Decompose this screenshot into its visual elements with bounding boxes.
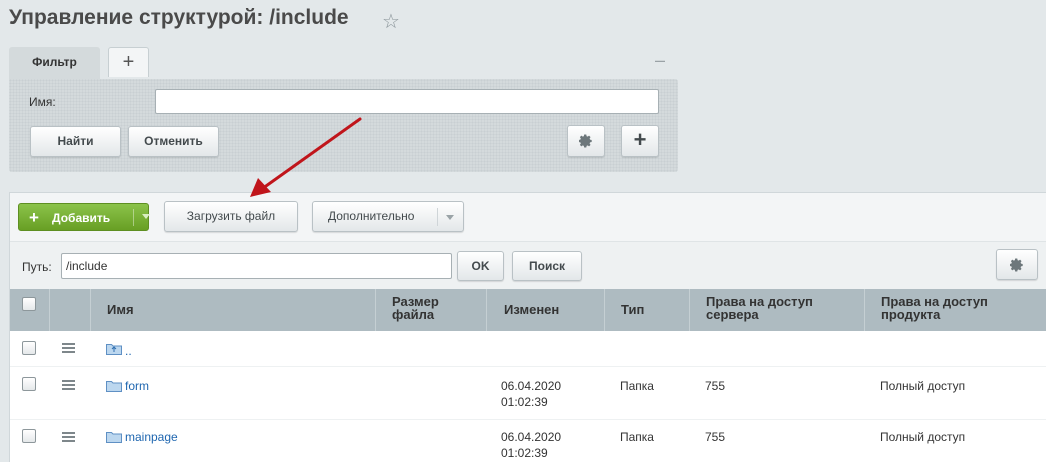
add-filter-tab-button[interactable]: + [108, 47, 149, 77]
plus-icon: + [633, 127, 647, 152]
row-product-rights: Полный доступ [880, 379, 966, 393]
name-filter-input[interactable] [155, 89, 659, 114]
row-name-link[interactable]: mainpage [125, 430, 178, 445]
column-header-name[interactable]: Имя [90, 289, 375, 331]
select-all-checkbox[interactable] [22, 297, 36, 311]
row-checkbox[interactable] [22, 429, 36, 443]
path-input[interactable] [61, 253, 452, 279]
table-settings-button[interactable] [996, 249, 1038, 280]
column-header-type[interactable]: Тип [604, 289, 689, 331]
row-type: Папка [620, 379, 654, 393]
filter-settings-button[interactable] [567, 125, 605, 157]
star-icon[interactable]: ☆ [382, 9, 400, 34]
row-modified-date: 06.04.2020 [501, 430, 562, 444]
menu-icon[interactable] [62, 432, 75, 442]
more-button-separator [437, 208, 438, 226]
row-product-rights: Полный доступ [880, 430, 966, 444]
gear-icon [1010, 258, 1023, 271]
row-checkbox[interactable] [22, 341, 36, 355]
table-row-up[interactable] [10, 331, 1046, 366]
column-header-server-rights[interactable]: Права на доступ сервера [689, 289, 864, 331]
find-button[interactable]: Найти [30, 126, 121, 157]
chevron-down-icon[interactable] [142, 214, 150, 219]
name-filter-label: Имя: [29, 95, 56, 109]
minus-icon[interactable]: – [655, 50, 665, 71]
plus-icon: + [122, 51, 135, 73]
upload-file-button[interactable]: Загрузить файл [164, 201, 298, 232]
search-button[interactable]: Поиск [512, 251, 582, 281]
ok-button[interactable]: OK [457, 251, 504, 281]
menu-icon[interactable] [62, 380, 75, 390]
more-button[interactable]: Дополнительно [312, 201, 464, 232]
tab-filter[interactable]: Фильтр [9, 47, 100, 79]
row-name-link[interactable]: form [125, 379, 149, 394]
row-modified-time: 01:02:39 [501, 446, 548, 460]
row-type: Папка [620, 430, 654, 444]
row-modified-date: 06.04.2020 [501, 379, 562, 393]
menu-icon[interactable] [62, 343, 75, 353]
column-header-modified[interactable]: Изменен [486, 289, 604, 331]
column-header-product-rights[interactable]: Права на доступ продукта [864, 289, 1046, 331]
add-filter-field-button[interactable]: + [621, 125, 659, 157]
cancel-button[interactable]: Отменить [128, 126, 219, 157]
folder-up-icon [106, 344, 122, 355]
folder-icon [106, 432, 122, 443]
add-button-separator [133, 209, 134, 226]
up-link[interactable]: .. [125, 344, 132, 359]
page-title: Управление структурой: /include [9, 6, 349, 29]
row-modified-time: 01:02:39 [501, 395, 548, 409]
gear-icon [579, 134, 592, 148]
add-button[interactable]: + Добавить [18, 203, 150, 231]
header-actions-cell [49, 289, 90, 331]
chevron-down-icon[interactable] [446, 215, 454, 220]
add-button-label: Добавить [52, 211, 111, 225]
folder-icon [106, 381, 122, 392]
row-checkbox[interactable] [22, 377, 36, 391]
plus-icon: + [29, 208, 39, 227]
path-label: Путь: [22, 260, 52, 274]
column-header-size[interactable]: Размер файла [375, 289, 486, 331]
more-button-label: Дополнительно [328, 209, 415, 223]
row-server-rights: 755 [705, 379, 726, 393]
row-server-rights: 755 [705, 430, 726, 444]
